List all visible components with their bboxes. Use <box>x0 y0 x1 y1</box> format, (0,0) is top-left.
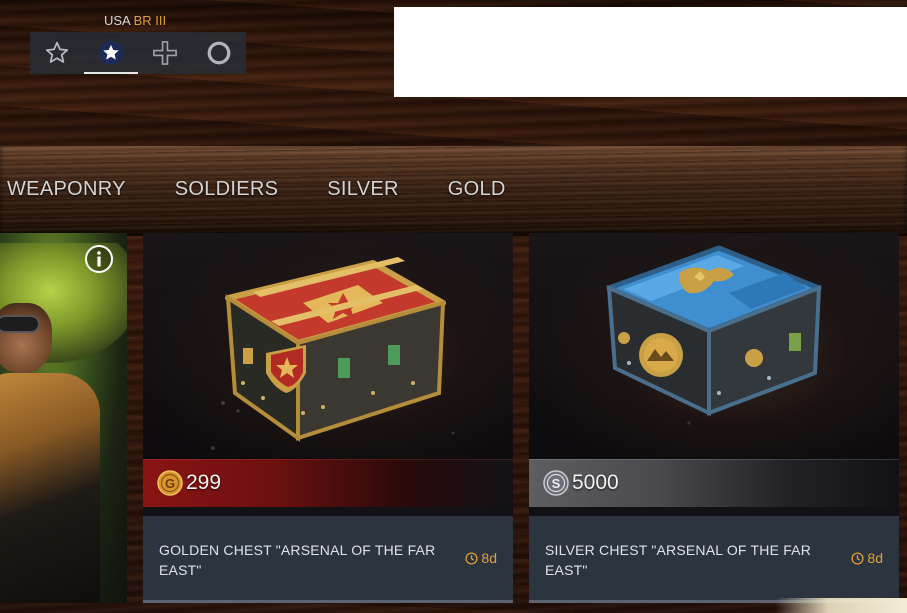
silver-coin-icon: S <box>543 470 569 496</box>
tab-weaponry[interactable]: WEAPONRY <box>7 178 126 210</box>
pilot-head-image <box>0 303 52 373</box>
next-card-fragment <box>775 598 907 613</box>
timer-value: 8d <box>867 550 883 566</box>
shop-tabs: WEAPONRY SOLDIERS SILVER GOLD <box>0 178 555 210</box>
ring-icon <box>207 41 231 65</box>
nation-country: USA <box>104 13 131 28</box>
nation-button-bar <box>30 32 246 74</box>
timer-value: 8d <box>481 550 497 566</box>
star-outline-icon <box>45 41 69 63</box>
timer: 8d <box>851 550 883 566</box>
clock-icon <box>465 551 478 565</box>
card-title: GOLDEN CHEST "ARSENAL OF THE FAR EAST" <box>159 542 436 578</box>
card-info: GOLDEN CHEST "ARSENAL OF THE FAR EAST" 8… <box>143 516 513 603</box>
nation-button-usa[interactable] <box>84 32 138 74</box>
offer-card-pilot[interactable] <box>0 233 127 603</box>
offer-card-silver-chest[interactable]: S 5000 SILVER CHEST "ARSENAL OF THE FAR … <box>529 233 899 603</box>
nation-button-germany[interactable] <box>138 32 192 74</box>
price-value: 299 <box>186 471 222 494</box>
german-cross-icon <box>153 41 177 65</box>
svg-text:S: S <box>552 476 561 491</box>
price-strip: G 299 <box>143 459 513 507</box>
info-icon[interactable] <box>84 244 114 274</box>
offer-card-golden-chest[interactable]: G 299 GOLDEN CHEST "ARSENAL OF THE FAR E… <box>143 233 513 603</box>
nation-button-ring[interactable] <box>192 32 246 74</box>
golden-chest-image <box>211 257 455 450</box>
pilot-image <box>0 373 100 603</box>
card-title: SILVER CHEST "ARSENAL OF THE FAR EAST" <box>545 542 812 578</box>
chest-art-area <box>143 233 513 459</box>
svg-text:G: G <box>165 476 175 491</box>
tab-silver[interactable]: SILVER <box>327 178 398 210</box>
tab-gold[interactable]: GOLD <box>448 178 506 210</box>
tab-soldiers[interactable]: SOLDIERS <box>175 178 279 210</box>
chest-art-area <box>529 233 899 459</box>
card-info: SILVER CHEST "ARSENAL OF THE FAR EAST" 8… <box>529 516 899 603</box>
card-bottom-line <box>143 600 513 603</box>
usa-star-roundel-icon <box>99 41 123 65</box>
battle-rating: BR III <box>133 13 167 28</box>
timer: 8d <box>465 550 497 566</box>
price-strip: S 5000 <box>529 459 899 507</box>
silver-chest-image <box>606 245 822 425</box>
banner-area <box>394 7 907 97</box>
nation-label: USA BR III <box>104 13 166 28</box>
pilot-goggles-image <box>0 315 40 333</box>
nation-button-star-outline[interactable] <box>30 32 84 74</box>
clock-icon <box>851 551 864 565</box>
gold-coin-icon: G <box>157 470 183 496</box>
price-value: 5000 <box>572 471 619 494</box>
